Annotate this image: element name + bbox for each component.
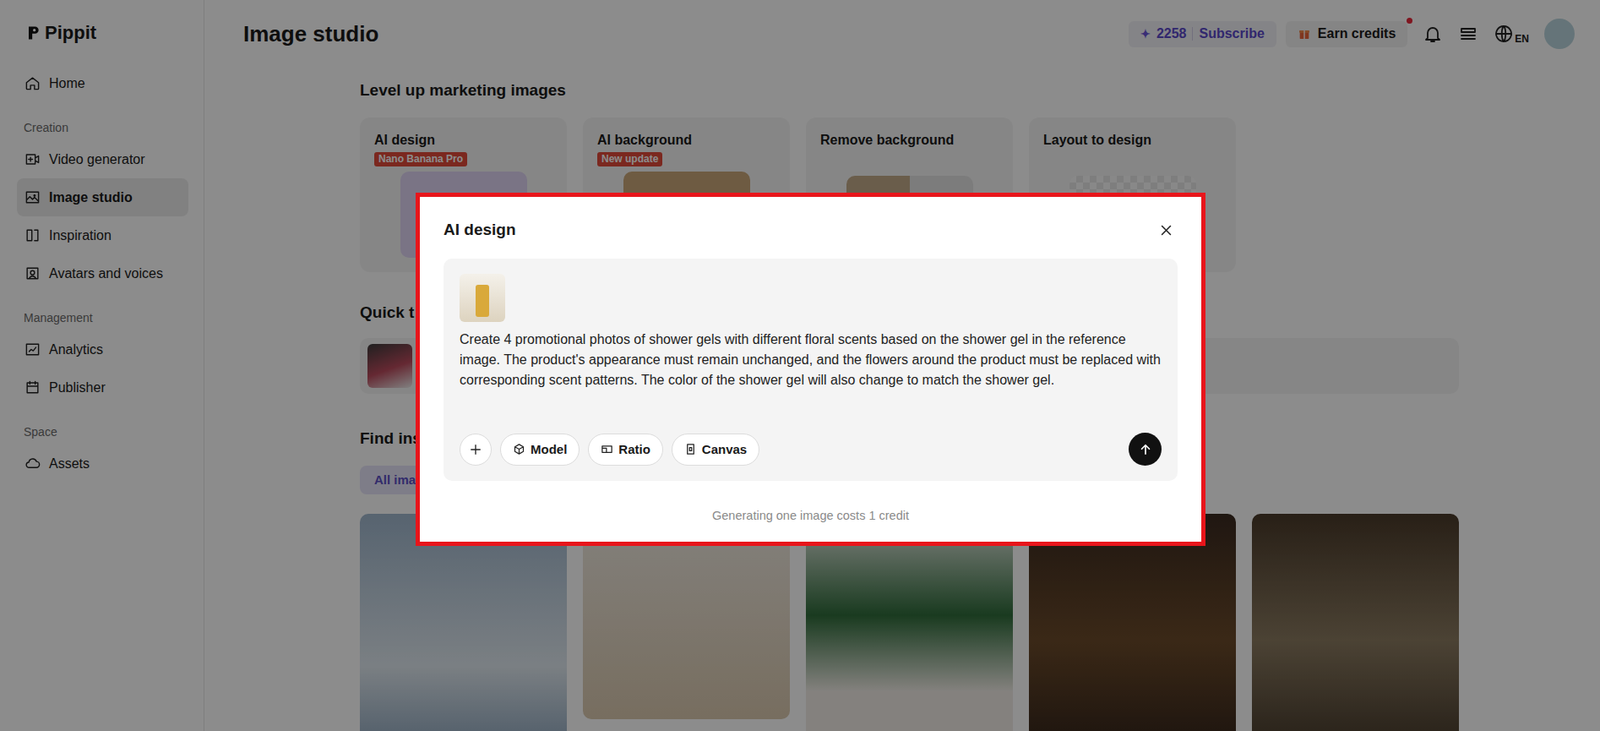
arrow-up-icon xyxy=(1137,441,1154,458)
tool-label: Ratio xyxy=(618,441,651,457)
page: PippitHomeCreationVideo generatorImage s… xyxy=(0,0,1600,731)
tool-icon xyxy=(600,442,614,456)
prompt-toolbar: Model Ratio Canvas xyxy=(459,432,1162,466)
bottle-shape xyxy=(475,284,490,317)
tool-icon xyxy=(684,442,697,456)
add-button[interactable] xyxy=(459,433,492,466)
dialog-title: AI design xyxy=(443,220,517,240)
send-button[interactable] xyxy=(1128,432,1162,466)
tool-label: Canvas xyxy=(702,441,747,457)
cost-note: Generating one image costs 1 credit xyxy=(443,507,1178,523)
tool-button[interactable]: Model xyxy=(500,433,580,466)
tool-button[interactable]: Canvas xyxy=(671,433,760,466)
plus-icon xyxy=(468,441,484,458)
tool-icon xyxy=(512,442,526,456)
dialog-header: AI design xyxy=(443,220,1178,240)
ai-design-dialog: AI design Create 4 promotional photos of … xyxy=(415,192,1206,546)
tool-button[interactable]: Ratio xyxy=(587,433,664,466)
reference-image[interactable] xyxy=(459,273,506,322)
tool-label: Model xyxy=(530,441,567,457)
prompt-input[interactable]: Create 4 promotional photos of shower ge… xyxy=(459,329,1162,391)
prompt-box: Create 4 promotional photos of shower ge… xyxy=(443,258,1178,481)
tool-buttons: Model Ratio Canvas xyxy=(459,433,760,466)
close-icon[interactable] xyxy=(1159,223,1174,238)
